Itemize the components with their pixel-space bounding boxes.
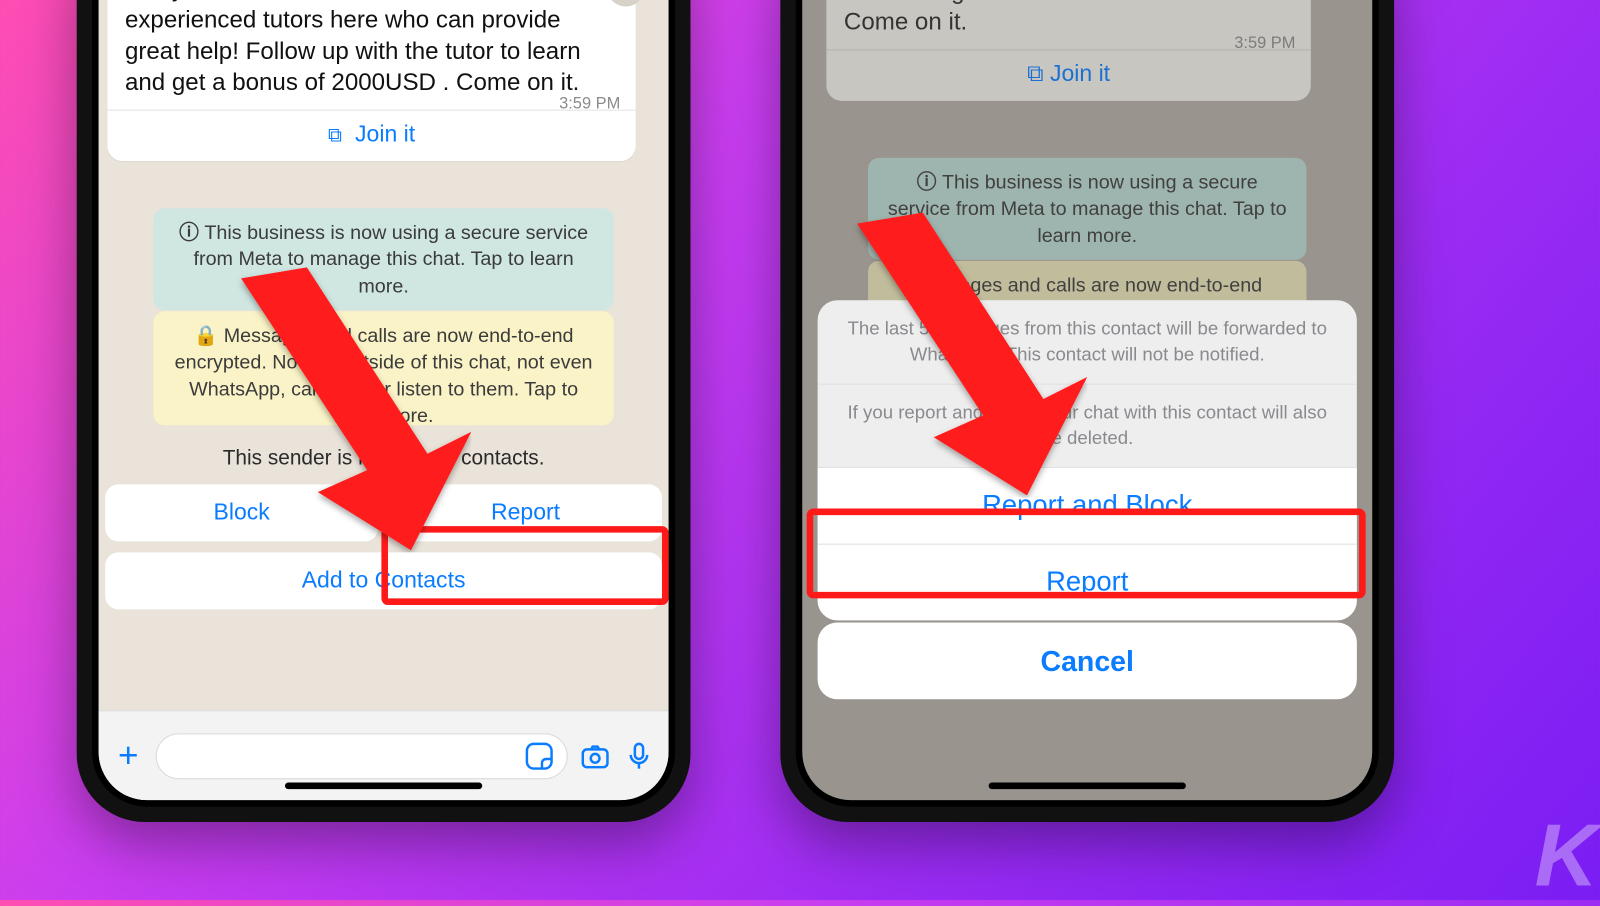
- lock-icon: 🔒: [194, 324, 224, 346]
- encryption-notice-text: Messages and calls are now end-to-end en…: [175, 324, 593, 426]
- join-link[interactable]: ⧉ Join it: [107, 110, 635, 162]
- block-label: Block: [214, 500, 270, 526]
- sheet-message-2: If you report and block, your chat with …: [818, 383, 1357, 467]
- not-in-contacts-label: This sender is not in your contacts.: [99, 447, 669, 471]
- phone-right: but not everyone understands it! We have…: [780, 0, 1394, 822]
- report-button[interactable]: Report: [818, 544, 1357, 621]
- message-time: 3:59 PM: [559, 94, 620, 113]
- report-and-block-label: Report and Block: [982, 490, 1192, 522]
- report-button[interactable]: Report: [389, 484, 662, 541]
- camera-icon[interactable]: [579, 739, 612, 772]
- report-and-block-button[interactable]: Report and Block: [818, 467, 1357, 544]
- add-to-contacts-button[interactable]: Add to Contacts: [105, 552, 662, 609]
- action-sheet: The last 5 messages from this contact wi…: [818, 300, 1357, 620]
- plus-icon[interactable]: +: [112, 735, 145, 776]
- sheet-message-1: The last 5 messages from this contact wi…: [818, 300, 1357, 383]
- secure-service-notice[interactable]: ⓘ This business is now using a secure se…: [153, 208, 613, 310]
- cancel-button[interactable]: Cancel: [818, 623, 1357, 700]
- block-button[interactable]: Block: [105, 484, 378, 541]
- secure-notice-text: This business is now using a secure serv…: [194, 221, 589, 296]
- external-link-icon: ⧉: [328, 124, 342, 146]
- report-label: Report: [491, 500, 560, 526]
- encryption-notice[interactable]: 🔒 Messages and calls are now end-to-end …: [153, 311, 613, 425]
- info-circle-icon: ⓘ: [179, 221, 204, 243]
- action-row: Block Report: [105, 484, 662, 541]
- phone-left: Tour.JFSSWTFX Maybe everyone has heard o…: [77, 0, 691, 822]
- chat-message-bubble: Tour.JFSSWTFX Maybe everyone has heard o…: [107, 0, 635, 161]
- message-input[interactable]: [156, 733, 568, 779]
- watermark: K: [1535, 806, 1594, 906]
- cancel-label: Cancel: [1040, 644, 1133, 678]
- add-to-contacts-label: Add to Contacts: [302, 568, 466, 594]
- microphone-icon[interactable]: [623, 739, 656, 772]
- home-indicator: [989, 783, 1186, 790]
- message-body: Maybe everyone has heard of BTC, but not…: [125, 0, 618, 99]
- report-label: Report: [1046, 567, 1128, 599]
- home-indicator: [285, 783, 482, 790]
- sticker-icon[interactable]: [523, 739, 556, 772]
- join-link-label: Join it: [355, 122, 415, 147]
